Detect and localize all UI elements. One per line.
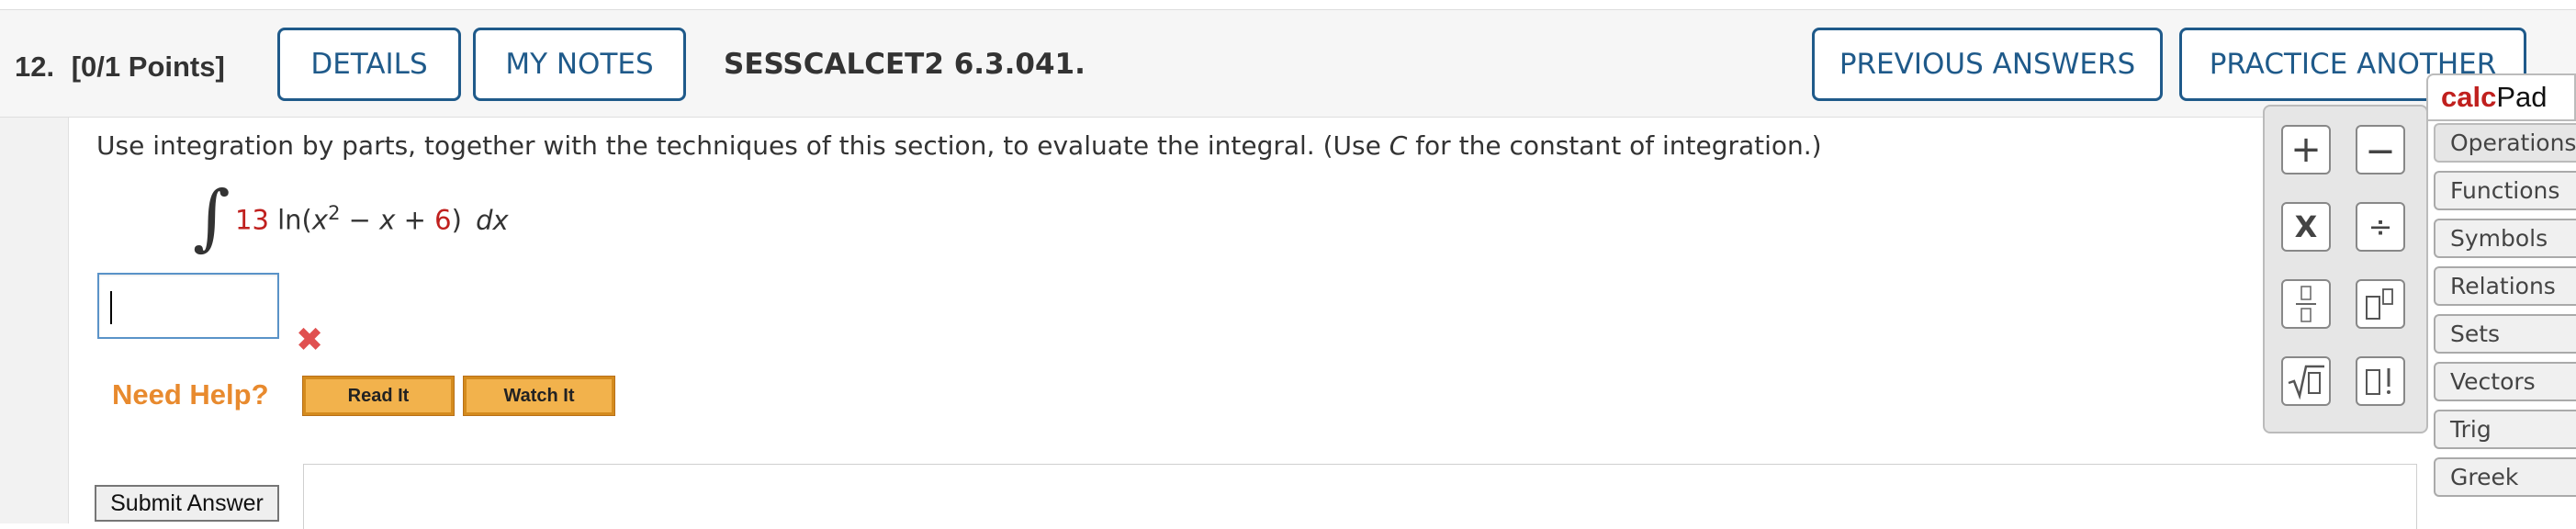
calcpad-title[interactable]: calc Pad (2426, 73, 2576, 121)
calcpad-title-calc: calc (2441, 81, 2497, 113)
calcpad-title-pad: Pad (2496, 81, 2548, 113)
tab-relations[interactable]: Relations (2434, 266, 2576, 306)
factorial-icon (2366, 368, 2390, 395)
integral-constant: 6 (434, 204, 452, 236)
times-button[interactable]: X (2281, 202, 2331, 252)
instruction-text-end: for the constant of integration.) (1407, 130, 1822, 161)
left-margin-bar (0, 118, 69, 523)
answer-input[interactable] (97, 273, 279, 339)
integral-dx: dx (476, 204, 509, 236)
previous-answers-button[interactable]: PREVIOUS ANSWERS (1812, 28, 2163, 101)
tab-operations[interactable]: Operations (2434, 123, 2576, 163)
tab-sets[interactable]: Sets (2434, 314, 2576, 354)
text-caret (110, 291, 112, 324)
watch-it-button[interactable]: Watch It (463, 376, 615, 416)
incorrect-icon: ✖ (296, 321, 324, 358)
integral-exponent: 2 (328, 202, 341, 224)
fraction-button[interactable] (2281, 279, 2331, 329)
tab-greek[interactable]: Greek (2434, 457, 2576, 497)
integral-sign: ∫ (193, 176, 231, 259)
factorial-button[interactable] (2356, 356, 2405, 406)
question-number-text: 12. (15, 51, 55, 83)
tab-symbols[interactable]: Symbols (2434, 219, 2576, 258)
points-text: [0/1 Points] (71, 51, 225, 83)
minus-button[interactable]: — (2356, 125, 2405, 174)
integral-plus: + (395, 204, 435, 236)
tab-functions[interactable]: Functions (2434, 171, 2576, 210)
integral-minus: − (340, 204, 380, 236)
notes-panel (303, 464, 2417, 529)
need-help-label: Need Help? (112, 378, 269, 411)
instruction-text: Use integration by parts, together with … (96, 130, 1389, 161)
my-notes-button[interactable]: MY NOTES (473, 28, 686, 101)
instruction-variable: C (1389, 130, 1408, 161)
sqrt-icon (2288, 365, 2324, 400)
plus-button[interactable]: + (2281, 125, 2331, 174)
integral-close-paren: ) (451, 204, 462, 236)
question-instruction: Use integration by parts, together with … (96, 130, 1822, 161)
sqrt-button[interactable] (2281, 356, 2331, 406)
power-button[interactable] (2356, 279, 2405, 329)
question-number: 12. [0/1 Points] (15, 51, 225, 84)
integral-coefficient: 13 (235, 204, 269, 236)
integral-variable-2: x (379, 204, 396, 236)
fraction-icon (2296, 286, 2316, 322)
details-button[interactable]: DETAILS (277, 28, 461, 101)
divide-button[interactable]: ÷ (2356, 202, 2405, 252)
tab-trig[interactable]: Trig (2434, 410, 2576, 449)
tab-vectors[interactable]: Vectors (2434, 362, 2576, 401)
integral-function: ln( (277, 204, 312, 236)
question-id: SESSCALCET2 6.3.041. (724, 48, 1086, 81)
power-icon (2366, 288, 2393, 320)
integral-variable: x (311, 204, 329, 236)
read-it-button[interactable]: Read It (302, 376, 455, 416)
submit-answer-button[interactable]: Submit Answer (95, 485, 279, 522)
